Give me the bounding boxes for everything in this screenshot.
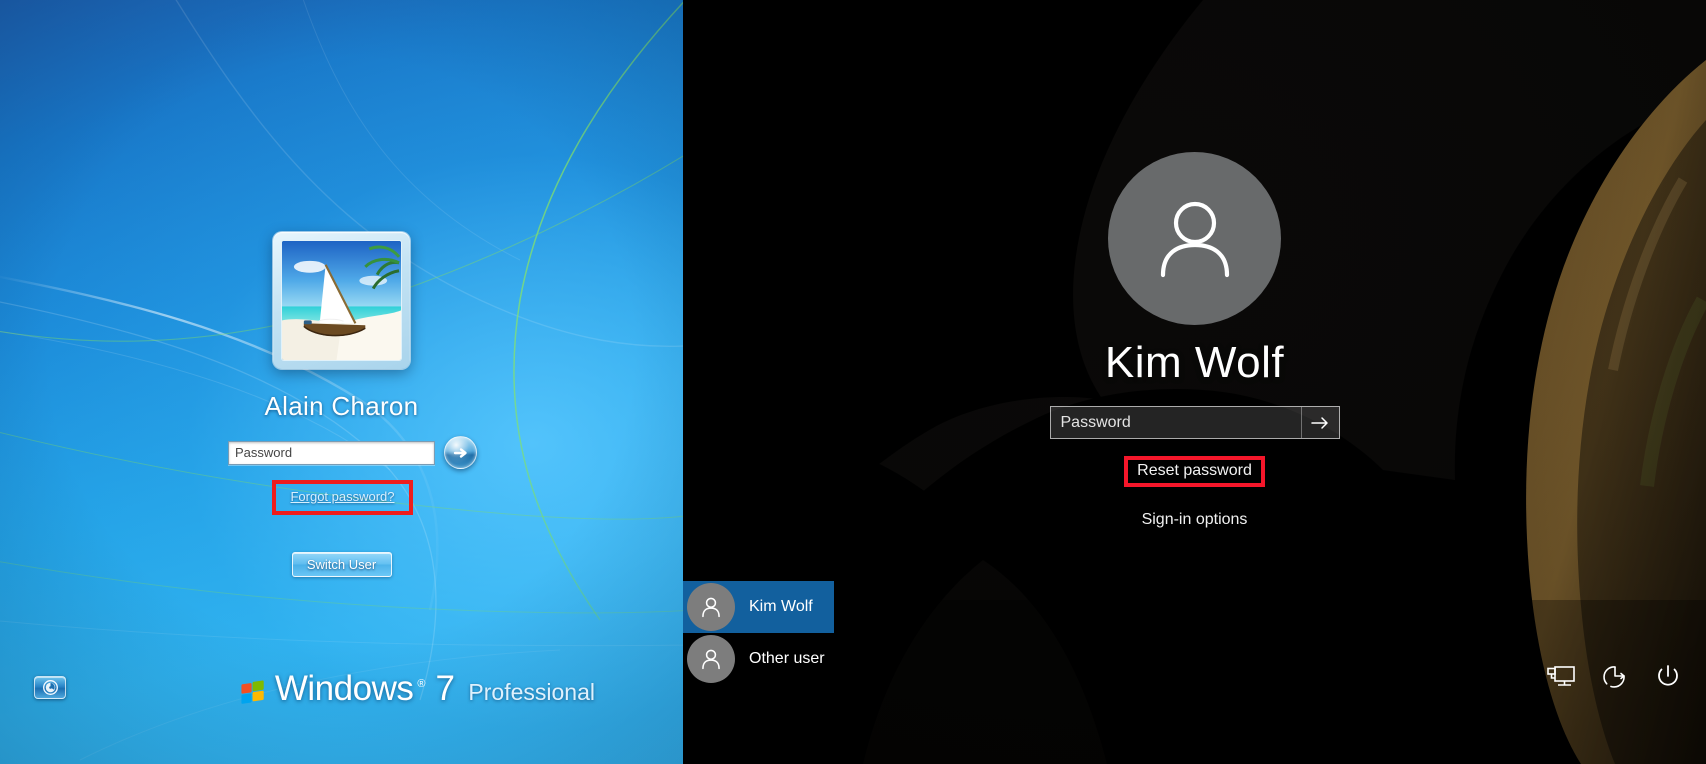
user-label: Kim Wolf bbox=[749, 598, 813, 615]
list-item[interactable]: Other user bbox=[683, 633, 834, 685]
submit-button[interactable] bbox=[1300, 407, 1339, 438]
switch-user-label: Switch User bbox=[306, 557, 377, 572]
avatar[interactable] bbox=[273, 232, 410, 369]
forgot-password-link[interactable]: Forgot password? bbox=[290, 489, 394, 504]
system-tray bbox=[1546, 663, 1682, 691]
arrow-right-icon bbox=[1311, 416, 1328, 429]
submit-button[interactable] bbox=[444, 436, 477, 469]
switch-user-button[interactable]: Switch User bbox=[291, 552, 392, 577]
password-placeholder: Password bbox=[235, 445, 293, 460]
sailboat-beach-avatar bbox=[281, 240, 402, 361]
person-icon bbox=[1160, 201, 1229, 277]
ease-of-access-icon bbox=[42, 680, 58, 695]
signin-options-link[interactable]: Sign-in options bbox=[1142, 511, 1248, 529]
page-title: Alain Charon bbox=[264, 391, 419, 421]
ease-of-access-icon bbox=[1603, 666, 1625, 688]
page-title: Kim Wolf bbox=[1104, 338, 1285, 387]
password-placeholder: Password bbox=[1060, 413, 1131, 431]
ease-of-access-button[interactable] bbox=[34, 676, 66, 699]
forgot-password-annotation: Forgot password? bbox=[272, 480, 413, 515]
password-row: Password bbox=[228, 436, 477, 469]
avatar[interactable] bbox=[1108, 152, 1281, 325]
login-screens-comparison: Alain Charon Password Forgot password? S… bbox=[0, 0, 1706, 764]
network-button[interactable] bbox=[1546, 664, 1576, 690]
person-icon bbox=[687, 583, 735, 631]
user-list: Kim Wolf Other user bbox=[683, 581, 834, 685]
reset-password-annotation: Reset password bbox=[1124, 456, 1265, 487]
windows10-login-stack: Kim Wolf Password Reset password Sign-in… bbox=[683, 152, 1706, 529]
arrow-right-icon bbox=[453, 447, 467, 458]
power-icon bbox=[1658, 665, 1678, 686]
windows-logo-icon bbox=[241, 680, 264, 704]
brand-edition-label: Professional bbox=[468, 679, 595, 705]
person-icon bbox=[687, 635, 735, 683]
brand-trademark: ® bbox=[417, 678, 426, 690]
windows7-login-stack: Alain Charon Password Forgot password? S… bbox=[0, 232, 683, 577]
network-icon bbox=[1547, 666, 1575, 686]
list-item[interactable]: Kim Wolf bbox=[683, 581, 834, 633]
brand-version-label: 7 bbox=[435, 669, 455, 708]
power-button[interactable] bbox=[1654, 663, 1682, 691]
password-input[interactable]: Password bbox=[1049, 406, 1340, 439]
user-label: Other user bbox=[749, 650, 825, 667]
ease-of-access-button[interactable] bbox=[1602, 664, 1628, 690]
windows7-login-screen: Alain Charon Password Forgot password? S… bbox=[0, 0, 683, 764]
windows10-login-screen: Kim Wolf Password Reset password Sign-in… bbox=[683, 0, 1706, 764]
reset-password-link[interactable]: Reset password bbox=[1137, 462, 1252, 479]
windows7-brand: Windows ® 7 Professional bbox=[240, 669, 595, 709]
password-input[interactable]: Password bbox=[228, 440, 435, 465]
brand-windows-label: Windows bbox=[274, 669, 414, 708]
